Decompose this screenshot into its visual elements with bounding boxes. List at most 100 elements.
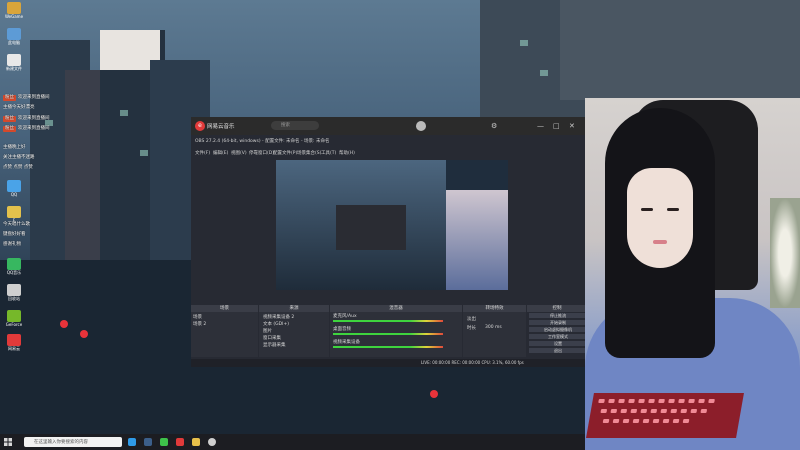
key: [698, 399, 705, 403]
obs-preview[interactable]: [276, 160, 508, 290]
lantern: [80, 330, 88, 338]
desktop-icon-computer[interactable]: 此电脑: [3, 28, 25, 45]
source-item[interactable]: 文本 (GDI+): [263, 321, 289, 327]
key: [700, 409, 708, 413]
netease-logo-icon: e: [195, 121, 205, 131]
obs-icon[interactable]: [208, 438, 216, 446]
obs-window[interactable]: OBS 27.2.4 (64-bit, windows) - 配置文件: 未命名…: [191, 135, 587, 367]
key: [638, 399, 645, 403]
desktop-icon-recycle-bin[interactable]: 回收站: [3, 284, 25, 301]
desktop-icon-netease[interactable]: 网易云: [3, 334, 25, 351]
music-icon: [7, 258, 21, 270]
transition-type-select[interactable]: 淡出: [467, 316, 476, 322]
steam-icon[interactable]: [144, 438, 152, 446]
mixer-panel: 麦克风/Aux 桌面音频 视频采集设备: [330, 312, 462, 357]
netease-music-icon[interactable]: [176, 438, 184, 446]
desktop-icon-geforce[interactable]: GeForce: [3, 310, 25, 327]
preview-nested-obs: [336, 205, 406, 250]
menu-view[interactable]: 视图(V): [231, 150, 247, 156]
chat-message: 粉丝 欢迎来到直播间: [3, 116, 50, 122]
sources-panel-header: 来源: [259, 305, 329, 312]
studio-mode-button[interactable]: 工作室模式: [529, 334, 587, 339]
key: [642, 419, 650, 423]
desktop-icon-f[interactable]: F: [3, 206, 25, 223]
source-item[interactable]: 显示器采集: [263, 342, 286, 348]
volume-meter: [333, 333, 443, 335]
mixer-track-label: 麦克风/Aux: [333, 314, 357, 319]
maximize-icon[interactable]: □: [553, 121, 563, 131]
key: [660, 409, 668, 413]
flower-plant: [770, 198, 800, 308]
key: [678, 399, 685, 403]
transitions-panel-header: 转场特效: [463, 305, 526, 312]
computer-icon: [7, 28, 21, 40]
menu-file[interactable]: 文件(F): [195, 150, 210, 156]
wechat-icon[interactable]: [160, 438, 168, 446]
taskbar-search-input[interactable]: 在这里输入你要搜索的内容: [24, 437, 122, 447]
scenes-panel: 场景 场景 2: [191, 312, 258, 357]
desktop-icon-wegame[interactable]: WeGame: [3, 2, 25, 19]
desktop-icon-new-file[interactable]: 新建文件: [3, 54, 25, 71]
music-search-input[interactable]: 搜索: [271, 121, 319, 130]
building: [560, 0, 800, 100]
red-keyboard: [586, 393, 744, 438]
music-app-window[interactable]: e 网易云音乐 搜索 ⚙ — □ ✕: [191, 117, 587, 135]
exit-button[interactable]: 退出: [529, 348, 587, 353]
key: [708, 399, 715, 403]
settings-icon[interactable]: ⚙: [491, 121, 501, 131]
menu-profile[interactable]: 配置文件(P): [273, 150, 297, 156]
chat-message: 粉丝 欢迎来到直播间: [3, 126, 50, 132]
edge-icon[interactable]: [128, 438, 136, 446]
key: [600, 409, 608, 413]
mixer-panel-header: 混音器: [330, 305, 462, 312]
window-light: [140, 150, 148, 156]
key: [602, 419, 610, 423]
key: [630, 409, 638, 413]
windows-start-icon[interactable]: [4, 438, 12, 446]
avatar[interactable]: [416, 121, 426, 131]
duration-input[interactable]: 300 ms: [485, 325, 502, 330]
settings-button[interactable]: 设置: [529, 341, 587, 346]
chat-message: 键盘好好看: [3, 232, 26, 237]
desktop-icon-qq-music[interactable]: QQ音乐: [3, 258, 25, 275]
source-item[interactable]: 窗口采集: [263, 335, 281, 341]
menu-docks[interactable]: 停靠窗口(D): [249, 150, 274, 156]
music-app-title: 网易云音乐: [207, 124, 235, 130]
chat-message: 主播晚上好: [3, 145, 26, 150]
geforce-icon: [7, 310, 21, 322]
lantern: [60, 320, 68, 328]
volume-meter: [333, 320, 443, 322]
preview-webcam: [446, 190, 508, 290]
close-icon[interactable]: ✕: [569, 121, 579, 131]
status-text: LIVE: 00:00:00 REC: 00:00:00 CPU: 3.1%, …: [421, 360, 524, 365]
key: [620, 409, 628, 413]
file-explorer-icon[interactable]: [192, 438, 200, 446]
taskbar: 在这里输入你要搜索的内容: [0, 434, 585, 450]
mouth: [653, 240, 667, 244]
menu-scene-collection[interactable]: 场景集合(S): [297, 150, 321, 156]
chat-message: 点赞 点赞 点赞: [3, 165, 33, 170]
controls-panel-header: 控制: [527, 305, 587, 312]
volume-meter: [333, 346, 443, 348]
source-item[interactable]: 图片: [263, 328, 272, 334]
key: [658, 399, 665, 403]
minimize-icon[interactable]: —: [537, 121, 547, 131]
file-icon: [7, 54, 21, 66]
source-item[interactable]: 视频采集设备 2: [263, 314, 294, 320]
key: [688, 399, 695, 403]
key: [618, 399, 625, 403]
stop-streaming-button[interactable]: 停止推流: [529, 313, 587, 318]
duration-label: 时长: [467, 326, 476, 331]
chat-message: 粉丝 欢迎来到直播间: [3, 95, 50, 101]
menu-tools[interactable]: 工具(T): [321, 150, 336, 156]
recycle-bin-icon: [7, 284, 21, 296]
start-recording-button[interactable]: 开始录制: [529, 320, 587, 325]
scene-item[interactable]: 场景 2: [193, 321, 206, 327]
desktop-icon-qq[interactable]: QQ: [3, 180, 25, 197]
chat-message: 今天唱什么歌: [3, 222, 30, 227]
menu-help[interactable]: 帮助(H): [339, 150, 355, 156]
key: [610, 409, 618, 413]
menu-edit[interactable]: 编辑(E): [213, 150, 228, 156]
scene-item[interactable]: 场景: [193, 314, 202, 320]
virtual-camera-button[interactable]: 启动虚拟摄像机: [529, 327, 587, 332]
